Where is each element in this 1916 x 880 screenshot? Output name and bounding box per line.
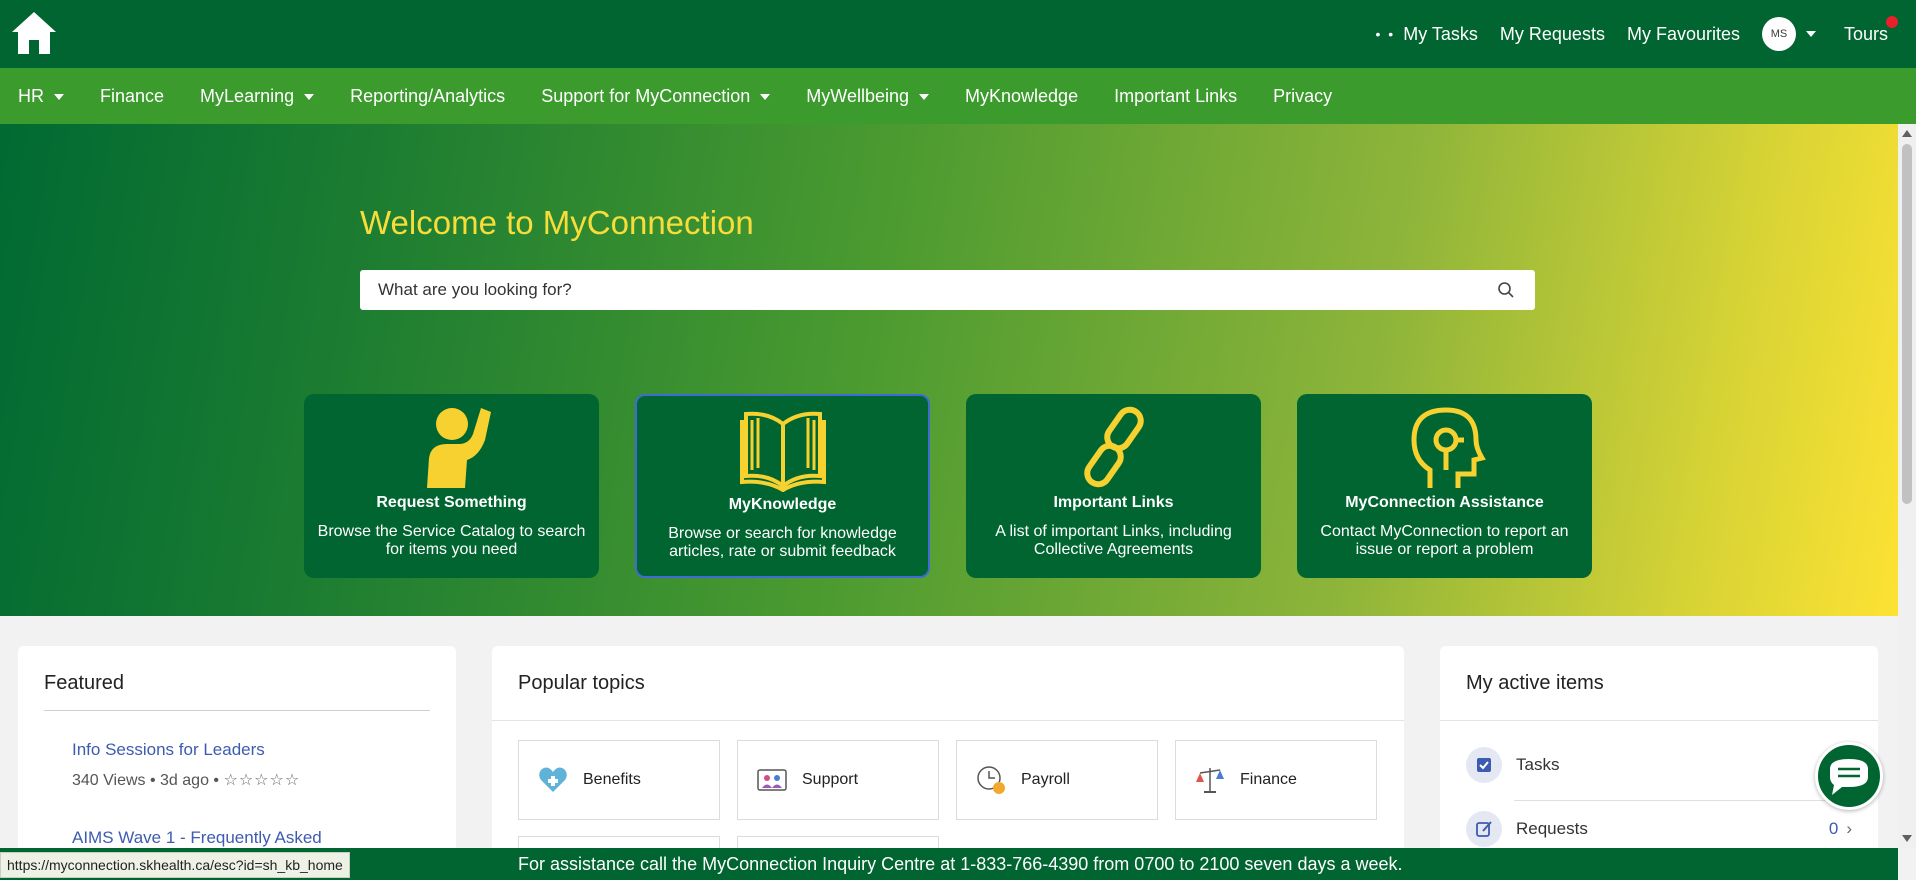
search-bar bbox=[360, 270, 1535, 310]
nav-myknowledge[interactable]: MyKnowledge bbox=[965, 86, 1078, 107]
clock-dollar-icon bbox=[977, 766, 1005, 794]
separator-dot: • bbox=[149, 772, 161, 789]
scroll-up-icon[interactable] bbox=[1902, 130, 1912, 137]
nav-hr[interactable]: HR bbox=[18, 86, 64, 107]
search-input[interactable] bbox=[378, 280, 1478, 300]
active-item-tasks[interactable]: Tasks bbox=[1466, 734, 1852, 796]
card-title: Important Links bbox=[1053, 494, 1174, 511]
nav-label: Support for MyConnection bbox=[541, 85, 751, 106]
notification-dot bbox=[1886, 15, 1898, 28]
nav-label: MyKnowledge bbox=[965, 85, 1079, 106]
nav-support[interactable]: Support for MyConnection bbox=[541, 85, 771, 107]
card-desc: A list of important Links, including Col… bbox=[995, 523, 1232, 558]
article-views: 340 Views bbox=[72, 772, 146, 789]
nav-label: HR bbox=[18, 85, 44, 106]
avatar-dropdown-icon[interactable] bbox=[1805, 31, 1816, 37]
topic-payroll[interactable]: Payroll bbox=[956, 740, 1158, 820]
card-desc: Browse the Service Catalog to search for… bbox=[317, 523, 586, 558]
head-gear-icon bbox=[1410, 407, 1486, 488]
nav-mywellbeing[interactable]: MyWellbeing bbox=[806, 85, 930, 107]
nav-label: Important Links bbox=[1114, 85, 1238, 106]
chat-bubble-icon bbox=[1830, 759, 1868, 795]
page-title: Welcome to MyConnection bbox=[360, 204, 754, 241]
active-items-panel: My active items Tasks Requests 0 › bbox=[1440, 646, 1878, 880]
search-icon[interactable] bbox=[1497, 281, 1515, 299]
divider bbox=[1440, 720, 1878, 721]
popular-topics-title: Popular topics bbox=[518, 672, 645, 694]
featured-title: Featured bbox=[44, 672, 125, 694]
card-desc: Contact MyConnection to report an issue … bbox=[1320, 523, 1569, 558]
card-title: MyConnection Assistance bbox=[1345, 494, 1544, 511]
nav-reporting[interactable]: Reporting/Analytics bbox=[350, 86, 505, 107]
card-myconnection-assistance[interactable]: MyConnection Assistance Contact MyConnec… bbox=[1297, 394, 1592, 578]
featured-article-link[interactable]: AIMS Wave 1 - Frequently Asked bbox=[72, 828, 322, 848]
topic-label: Support bbox=[802, 771, 859, 788]
edit-icon bbox=[1466, 811, 1502, 847]
card-title: MyKnowledge bbox=[728, 496, 837, 513]
chevron-right-icon: › bbox=[1846, 819, 1852, 838]
active-item-label: Requests bbox=[1516, 819, 1588, 838]
main-nav: HR Finance MyLearning Reporting/Analytic… bbox=[0, 68, 1916, 124]
support-people-icon bbox=[757, 769, 787, 791]
nav-label: Reporting/Analytics bbox=[350, 85, 506, 106]
divider bbox=[44, 710, 430, 711]
chevron-down-icon bbox=[760, 94, 771, 100]
heart-plus-icon bbox=[539, 767, 567, 792]
chevron-down-icon bbox=[54, 94, 64, 100]
user-avatar[interactable]: MS bbox=[1761, 17, 1796, 51]
topic-label: Payroll bbox=[1021, 771, 1070, 788]
divider bbox=[492, 720, 1404, 721]
nav-mylearning[interactable]: MyLearning bbox=[200, 85, 315, 107]
scroll-down-icon[interactable] bbox=[1902, 835, 1912, 842]
scrollbar-thumb[interactable] bbox=[1902, 144, 1912, 504]
waving-person-icon bbox=[426, 408, 491, 488]
page-scrollbar[interactable] bbox=[1898, 124, 1916, 848]
topic-support[interactable]: Support bbox=[737, 740, 939, 820]
chat-button[interactable] bbox=[1815, 742, 1883, 810]
chevron-down-icon bbox=[919, 94, 930, 100]
featured-article-link[interactable]: Info Sessions for Leaders bbox=[72, 740, 265, 760]
chevron-down-icon bbox=[304, 94, 315, 100]
topic-benefits[interactable]: Benefits bbox=[518, 740, 720, 820]
tours-link[interactable]: Tours bbox=[1843, 15, 1898, 45]
nav-label: Privacy bbox=[1273, 85, 1333, 106]
topic-label: Finance bbox=[1240, 771, 1297, 788]
topic-finance[interactable]: Finance bbox=[1175, 740, 1377, 820]
nav-label: Finance bbox=[100, 85, 165, 106]
nav-label: MyWellbeing bbox=[806, 85, 910, 106]
status-url: https://myconnection.skhealth.ca/esc?id=… bbox=[0, 852, 350, 878]
article-meta: 340 Views • 3d ago • ☆☆☆☆☆ bbox=[72, 770, 300, 790]
card-myknowledge[interactable]: MyKnowledge Browse or search for knowled… bbox=[635, 394, 930, 578]
card-desc: Browse or search for knowledge articles,… bbox=[668, 525, 897, 560]
open-book-icon bbox=[739, 411, 826, 492]
active-item-count: 0 bbox=[1828, 819, 1839, 838]
nav-important-links[interactable]: Important Links bbox=[1114, 86, 1237, 107]
card-important-links[interactable]: Important Links A list of important Link… bbox=[966, 394, 1261, 578]
article-age: 3d ago bbox=[160, 772, 209, 789]
active-item-label: Tasks bbox=[1516, 755, 1560, 774]
active-items-title: My active items bbox=[1466, 672, 1604, 694]
my-requests-link[interactable]: My Requests bbox=[1500, 24, 1605, 45]
checkbox-icon bbox=[1466, 747, 1502, 783]
featured-panel: Featured Info Sessions for Leaders 340 V… bbox=[18, 646, 456, 880]
scales-icon bbox=[1196, 768, 1224, 793]
star-rating: ☆☆☆☆☆ bbox=[223, 772, 301, 789]
my-tasks-link[interactable]: My Tasks bbox=[1403, 24, 1478, 45]
nav-label: MyLearning bbox=[200, 85, 295, 106]
home-icon[interactable] bbox=[10, 10, 58, 56]
card-title: Request Something bbox=[376, 494, 527, 511]
hero-banner: Welcome to MyConnection Request Somethin… bbox=[0, 124, 1898, 616]
top-header: • • My Tasks My Requests My Favourites M… bbox=[0, 0, 1916, 68]
popular-topics-panel: Popular topics Benefits Support Payroll bbox=[492, 646, 1404, 880]
chain-link-icon bbox=[1083, 406, 1144, 488]
nav-finance[interactable]: Finance bbox=[100, 86, 164, 107]
card-request-something[interactable]: Request Something Browse the Service Cat… bbox=[304, 394, 599, 578]
loading-dots: • • bbox=[1375, 26, 1396, 42]
topic-label: Benefits bbox=[583, 771, 641, 788]
nav-privacy[interactable]: Privacy bbox=[1273, 86, 1332, 107]
separator-dot: • bbox=[213, 772, 224, 789]
tours-label: Tours bbox=[1843, 23, 1888, 44]
my-favourites-link[interactable]: My Favourites bbox=[1627, 24, 1740, 45]
